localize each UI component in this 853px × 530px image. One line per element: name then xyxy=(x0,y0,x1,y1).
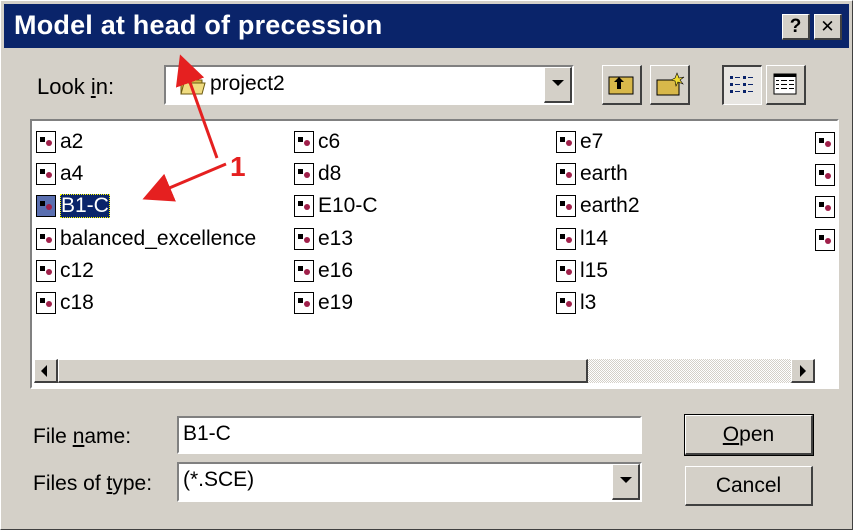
file-icon xyxy=(294,292,314,314)
file-icon xyxy=(556,292,576,314)
file-name: c6 xyxy=(318,130,341,153)
file-item[interactable]: e16 xyxy=(294,257,353,285)
filetype-dropdown-button[interactable] xyxy=(612,464,640,500)
file-icon xyxy=(556,163,576,185)
file-name: balanced_excellence xyxy=(60,227,257,250)
file-item[interactable]: a2 xyxy=(36,128,83,156)
create-new-folder-button[interactable] xyxy=(650,65,690,105)
file-name: earth xyxy=(580,162,628,185)
new-folder-icon xyxy=(656,72,685,96)
file-icon xyxy=(294,131,314,153)
file-icon xyxy=(36,195,56,217)
list-view-button[interactable] xyxy=(722,65,762,105)
cancel-button[interactable]: Cancel xyxy=(685,466,813,506)
close-icon: ✕ xyxy=(820,16,835,36)
lookin-combo[interactable]: project2 xyxy=(164,65,574,105)
file-name: e7 xyxy=(580,130,604,153)
file-icon xyxy=(36,163,56,185)
folder-icon xyxy=(180,76,206,95)
annotation-number: 1 xyxy=(230,151,246,182)
file-list-pane[interactable]: a2 a4 B1-C balanced_excellence c12 c18 c6 d8 E10… xyxy=(30,119,839,389)
up-one-level-button[interactable] xyxy=(602,65,642,105)
file-icon xyxy=(556,195,576,217)
file-item[interactable]: d8 xyxy=(294,160,341,188)
file-name: l3 xyxy=(580,291,597,314)
list-view-icon xyxy=(730,76,753,93)
file-item-selected[interactable]: B1-C xyxy=(36,192,110,220)
file-item[interactable]: E10-C xyxy=(294,192,378,220)
lookin-value: project2 xyxy=(210,72,285,95)
file-item[interactable]: e13 xyxy=(294,225,353,253)
file-icon xyxy=(36,131,56,153)
file-icon xyxy=(815,196,835,218)
dialog-title: Model at head of precession xyxy=(14,10,383,40)
horizontal-scrollbar[interactable] xyxy=(34,359,815,383)
file-icon xyxy=(294,163,314,185)
file-icon xyxy=(815,132,835,154)
file-name: a2 xyxy=(60,130,84,153)
file-item[interactable]: l15 xyxy=(556,257,608,285)
file-item[interactable]: balanced_excellence xyxy=(36,225,256,253)
file-item[interactable]: earth xyxy=(556,160,628,188)
close-button[interactable]: ✕ xyxy=(814,14,842,40)
file-item[interactable]: c6 xyxy=(294,128,340,156)
file-icon xyxy=(294,228,314,250)
file-icon xyxy=(36,228,56,250)
scroll-track[interactable] xyxy=(588,359,791,383)
file-name: l14 xyxy=(580,227,609,250)
details-view-button[interactable] xyxy=(766,65,806,105)
file-icon xyxy=(556,260,576,282)
file-item[interactable]: e19 xyxy=(294,289,353,317)
scroll-right-button[interactable] xyxy=(791,359,815,383)
file-name: e16 xyxy=(318,259,354,282)
open-button-label: pen xyxy=(739,422,775,446)
file-item[interactable]: c18 xyxy=(36,289,94,317)
filename-label: File name: xyxy=(33,425,132,448)
file-icon xyxy=(556,131,576,153)
lookin-dropdown-button[interactable] xyxy=(544,67,572,103)
details-view-icon xyxy=(773,73,797,95)
open-file-dialog: Model at head of precession ? ✕ Look in:… xyxy=(0,0,853,530)
filetype-combo[interactable]: (*.SCE) xyxy=(177,462,642,502)
file-icon xyxy=(294,260,314,282)
scroll-left-button[interactable] xyxy=(34,359,58,383)
file-name: earth2 xyxy=(580,194,640,217)
file-icon xyxy=(294,195,314,217)
up-folder-icon xyxy=(608,76,634,95)
filetype-value: (*.SCE) xyxy=(183,468,255,491)
file-icon xyxy=(815,229,835,251)
file-icon xyxy=(36,292,56,314)
file-item[interactable]: a4 xyxy=(36,160,83,188)
file-item[interactable]: l3 xyxy=(556,289,596,317)
file-name: B1-C xyxy=(60,194,110,218)
cancel-button-label: Cancel xyxy=(715,473,782,497)
file-name: c12 xyxy=(60,259,94,282)
open-button[interactable]: Open xyxy=(684,414,814,456)
file-name: E10-C xyxy=(318,194,378,217)
file-name: c18 xyxy=(60,291,94,314)
lookin-label: Look in: xyxy=(37,74,115,99)
help-button[interactable]: ? xyxy=(782,14,810,40)
file-item[interactable]: c12 xyxy=(36,257,94,285)
title-bar[interactable]: Model at head of precession ? ✕ xyxy=(4,4,849,48)
file-icon xyxy=(36,260,56,282)
scroll-thumb[interactable] xyxy=(58,359,588,383)
filetype-label: Files of type: xyxy=(33,472,153,495)
file-icon xyxy=(815,164,835,186)
file-name: d8 xyxy=(318,162,342,185)
file-name: e13 xyxy=(318,227,354,250)
filename-input[interactable]: B1-C xyxy=(177,416,642,454)
file-icon xyxy=(556,228,576,250)
file-item[interactable]: l14 xyxy=(556,225,608,253)
help-icon: ? xyxy=(789,15,802,37)
file-name: a4 xyxy=(60,162,84,185)
file-item[interactable]: e7 xyxy=(556,128,603,156)
filename-value: B1-C xyxy=(183,422,231,445)
file-item[interactable]: earth2 xyxy=(556,192,640,220)
open-button-accel: O xyxy=(722,422,740,446)
file-name: l15 xyxy=(580,259,609,282)
file-name: e19 xyxy=(318,291,354,314)
